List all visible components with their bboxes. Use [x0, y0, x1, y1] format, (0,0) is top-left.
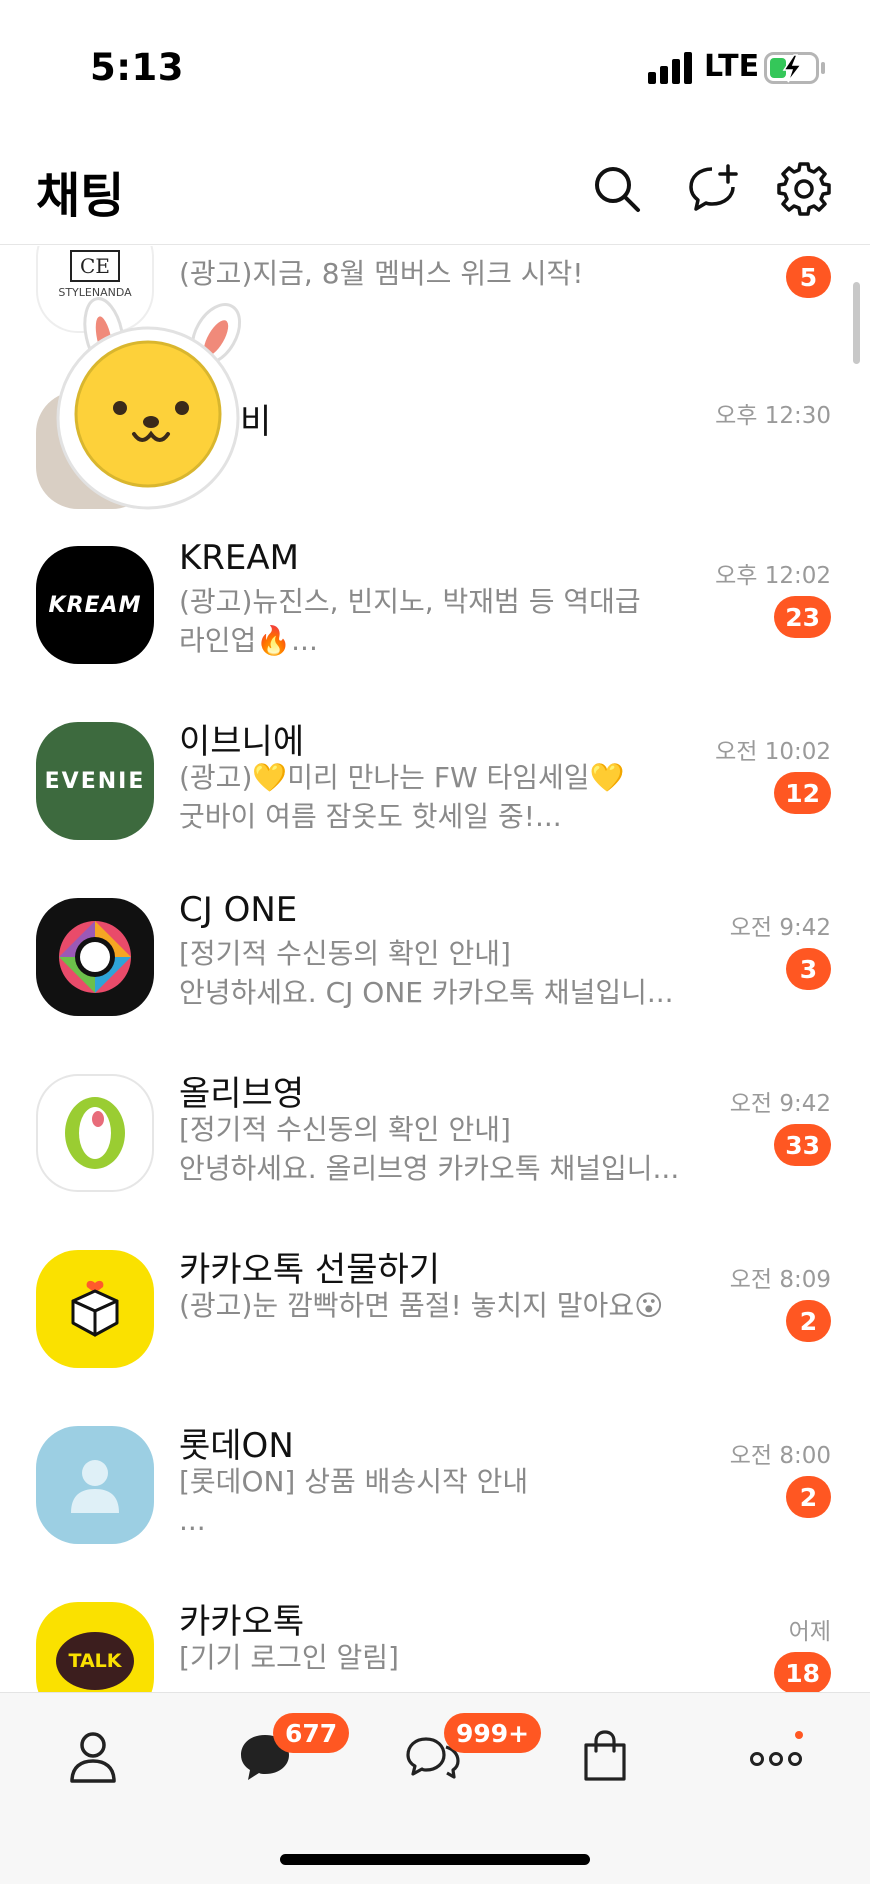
- cj-one-logo-icon: [59, 921, 131, 993]
- chat-preview: [롯데ON] 상품 배송시작 안내 ...: [179, 1465, 529, 1537]
- chat-time: 오전 8:00: [729, 1443, 831, 1469]
- avatar-logo-text: CE: [70, 249, 120, 282]
- new-chat-icon: [689, 164, 738, 211]
- chat-time: 오후 12:30: [715, 403, 831, 429]
- chat-preview: (광고)지금, 8월 멤버스 위크 시작!: [179, 257, 584, 290]
- avatar-logo-text: KREAM: [48, 592, 142, 618]
- open-chat-tab-badge: 999+: [444, 1713, 542, 1753]
- chat-preview: [기기 로그인 알림]: [179, 1641, 399, 1674]
- chat-name: 카카오톡: [179, 1602, 305, 1642]
- status-bar: 5:13 LTE: [0, 0, 870, 130]
- avatar: KREAM: [36, 546, 154, 664]
- avatar-logo-text: TALK: [68, 1650, 122, 1672]
- chat-time: 오전 9:42: [729, 915, 831, 941]
- unread-badge: 2: [786, 1476, 831, 1518]
- chat-name: 올리브영: [179, 1074, 305, 1114]
- shopping-tab[interactable]: [565, 1721, 645, 1791]
- chat-item-kakaotalk[interactable]: TALK 카카오톡 [기기 로그인 알림] 어제 18: [0, 1594, 870, 1692]
- chat-name: 롯데ON: [179, 1426, 294, 1466]
- chats-tab-badge: 677: [273, 1713, 350, 1753]
- chat-item-lotte-on[interactable]: 롯데ON [롯데ON] 상품 배송시작 안내 ... 오전 8:00 2: [0, 1418, 870, 1594]
- signal-icon: [648, 52, 692, 84]
- unread-badge: 18: [774, 1652, 831, 1692]
- avatar: [36, 1426, 154, 1544]
- shopping-bag-icon: [584, 1730, 626, 1781]
- avatar: [36, 1074, 154, 1192]
- network-label: LTE: [704, 49, 760, 84]
- chat-time: 오후 12:02: [715, 563, 831, 589]
- unread-badge: 23: [774, 596, 831, 638]
- more-icon: [750, 1731, 803, 1766]
- chat-preview: (광고)눈 깜빡하면 품절! 놓치지 말아요😮: [179, 1289, 664, 1322]
- default-profile-icon: [71, 1460, 119, 1513]
- avatar: [36, 898, 154, 1016]
- chat-name: 이브니에: [179, 722, 305, 762]
- gear-icon: [777, 162, 831, 216]
- chat-item-oliveyoung[interactable]: 올리브영 [정기적 수신동의 확인 안내] 안녕하세요. 올리브영 카카오톡 채…: [0, 1066, 870, 1242]
- chat-preview: [정기적 수신동의 확인 안내] 안녕하세요. 올리브영 카카오톡 채널입니..…: [179, 1113, 680, 1185]
- chat-time: 어제: [788, 1619, 831, 1645]
- unread-badge: 12: [774, 772, 831, 814]
- scroll-indicator[interactable]: [853, 282, 860, 364]
- gift-box-icon: [71, 1280, 119, 1337]
- home-indicator[interactable]: [280, 1854, 590, 1865]
- avatar: EVENIE: [36, 722, 154, 840]
- chat-name: 카카오톡 선물하기: [179, 1250, 441, 1290]
- bunny-sticker-icon: [56, 297, 242, 510]
- search-icon: [595, 167, 640, 212]
- oliveyoung-logo-icon: [65, 1097, 125, 1169]
- search-button[interactable]: [588, 160, 646, 218]
- avatar: TALK: [36, 1602, 154, 1692]
- person-icon: [70, 1732, 116, 1783]
- avatar-logo-text: EVENIE: [44, 768, 146, 794]
- chat-preview: (광고)💛미리 만나는 FW 타임세일💛 굿바이 여름 잠옷도 핫세일 중!..…: [179, 761, 625, 833]
- more-tab[interactable]: [736, 1721, 816, 1791]
- new-chat-button[interactable]: [684, 160, 742, 218]
- chat-preview: [정기적 수신동의 확인 안내] 안녕하세요. CJ ONE 카카오톡 채널입니…: [179, 937, 674, 1009]
- page-title: 채팅: [36, 168, 125, 224]
- chat-item-evenie[interactable]: EVENIE 이브니에 (광고)💛미리 만나는 FW 타임세일💛 굿바이 여름 …: [0, 714, 870, 890]
- chat-time: 오전 9:42: [729, 1091, 831, 1117]
- friends-tab[interactable]: [53, 1721, 133, 1791]
- unread-badge: 2: [786, 1300, 831, 1342]
- chat-item-kakao-gift[interactable]: 카카오톡 선물하기 (광고)눈 깜빡하면 품절! 놓치지 말아요😮 오전 8:0…: [0, 1242, 870, 1418]
- chat-time: 오전 10:02: [715, 739, 831, 765]
- unread-badge: 33: [774, 1124, 831, 1166]
- avatar: [36, 1250, 154, 1368]
- chat-name: KREAM: [179, 538, 299, 578]
- chat-item-cj-one[interactable]: CJ ONE [정기적 수신동의 확인 안내] 안녕하세요. CJ ONE 카카…: [0, 890, 870, 1066]
- unread-badge: 3: [786, 948, 831, 990]
- chat-name: CJ ONE: [179, 890, 298, 930]
- chat-item-kream[interactable]: KREAM KREAM (광고)뉴진스, 빈지노, 박재범 등 역대급 라인업🔥…: [0, 538, 870, 714]
- header: 채팅: [0, 130, 870, 245]
- status-time: 5:13: [90, 46, 185, 89]
- battery-charging-icon: [764, 52, 825, 84]
- chat-time: 오전 8:09: [729, 1267, 831, 1293]
- chat-preview: (광고)뉴진스, 빈지노, 박재범 등 역대급 라인업🔥...: [179, 585, 641, 657]
- talk-bubble-icon: TALK: [56, 1632, 134, 1690]
- settings-button[interactable]: [775, 160, 833, 218]
- unread-badge: 5: [786, 256, 831, 298]
